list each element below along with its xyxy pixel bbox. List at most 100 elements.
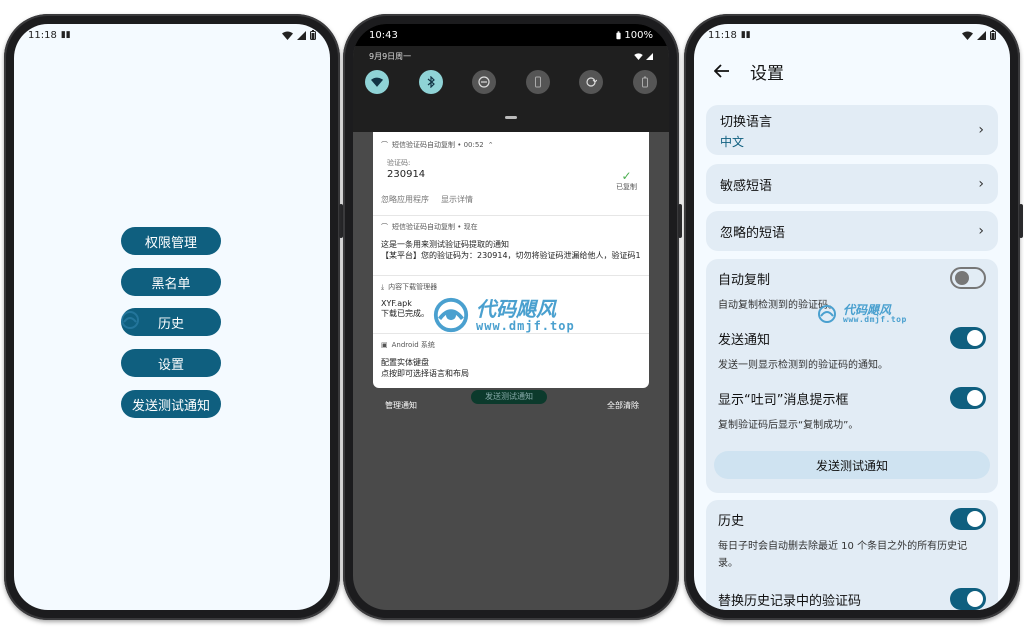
status-bar: 11:18 ▮▮ xyxy=(694,24,1010,46)
status-time: 10:43 xyxy=(369,29,398,41)
keyboard-notification[interactable]: ▣ Android 系统 配置实体键盘 点按即可选择语言和布局 xyxy=(373,340,649,384)
send-notification-desc: 发送一则显示检测到的验证码的通知。 xyxy=(718,360,888,371)
replace-code-row[interactable]: 替换历史记录中的验证码 xyxy=(718,590,986,609)
history-label: 历史 xyxy=(718,514,745,529)
history-desc: 每日子时会自动删去除最近 10 个条目之外的所有历史记录。 xyxy=(718,541,968,569)
ignored-label: 忽略的短语 xyxy=(720,225,786,241)
android-icon: ▣ xyxy=(381,341,388,349)
replace-code-toggle[interactable] xyxy=(950,588,986,610)
auto-copy-desc: 自动复制检测到的验证码。 xyxy=(718,300,838,311)
auto-copy-toggle[interactable] xyxy=(950,267,986,289)
app-bar: 设置 xyxy=(694,54,1010,88)
send-notification-toggle[interactable] xyxy=(950,327,986,349)
code-label: 验证码: xyxy=(387,159,411,167)
wifi-icon xyxy=(634,52,643,60)
auto-rotate-tile[interactable] xyxy=(579,70,604,94)
send-test-button[interactable]: 发送测试通知 xyxy=(121,390,221,418)
battery-icon xyxy=(990,30,996,40)
chevron-right-icon: › xyxy=(978,223,984,239)
wifi-icon xyxy=(962,31,973,40)
notification-title: 这是一条用来测试验证码提取的通知 xyxy=(381,240,509,249)
ignore-app-action[interactable]: 忽略应用程序 xyxy=(381,194,429,205)
notification-app: 短信验证码自动复制 • 00:52 xyxy=(392,141,484,149)
settings-button[interactable]: 设置 xyxy=(121,349,221,377)
otp-notification[interactable]: ⌒ 短信验证码自动复制 • 00:52 ⌃ 验证码: 230914 ✓ 已复制 忽略应… xyxy=(373,140,649,216)
sensitive-label: 敏感短语 xyxy=(720,178,773,194)
wifi-tile[interactable] xyxy=(365,70,389,94)
download-notification[interactable]: ⤓ 内容下载管理器 XYF.apk 下载已完成。 xyxy=(373,282,649,334)
clear-all-link[interactable]: 全部清除 xyxy=(607,400,639,411)
date-row: 9月9日周一 xyxy=(353,46,669,66)
language-setting[interactable]: 切换语言 中文 › xyxy=(706,105,998,155)
dnd-tile[interactable] xyxy=(472,70,497,94)
toast-label: 显示“吐司”消息提示框 xyxy=(718,393,849,408)
shade-handle[interactable] xyxy=(505,116,517,119)
app-sms-icon: ⌒ xyxy=(381,223,388,231)
battery-saver-tile[interactable] xyxy=(632,70,657,94)
wifi-icon xyxy=(371,77,383,87)
status-bar: 10:43 100% xyxy=(353,24,669,46)
volume-button xyxy=(678,204,682,238)
sensitive-phrases-setting[interactable]: 敏感短语 › xyxy=(706,164,998,204)
test-notification[interactable]: ⌒ 短信验证码自动复制 • 现在 这是一条用来测试验证码提取的通知 【某平台】您的… xyxy=(373,222,649,276)
chevron-right-icon: › xyxy=(978,122,984,138)
app-sms-icon: ⌒ xyxy=(381,141,388,149)
show-details-action[interactable]: 显示详情 xyxy=(441,194,473,205)
copy-settings-group: 自动复制 自动复制检测到的验证码。 发送通知 发送一则显示检测到的验证码的通知。… xyxy=(706,259,998,493)
copied-status: ✓ 已复制 xyxy=(616,169,637,191)
download-icon: ⤓ xyxy=(381,282,385,291)
cell-signal-icon xyxy=(297,30,306,40)
notification-body: 点按即可选择语言和布局 xyxy=(381,369,469,378)
blacklist-button[interactable]: 黑名单 xyxy=(121,268,221,296)
history-button[interactable]: 历史 xyxy=(121,308,221,336)
phone-home: 11:18 ▮▮ 权限管理 黑名单 历史 设置 发送测试通知 xyxy=(4,14,343,620)
notification-shade: 10:43 100% 9月9日周一 ⌒ 短信验证码自动复制 • 00:52 ⌃ … xyxy=(353,24,669,610)
toast-desc: 复制验证码后显示“复制成功”。 xyxy=(718,420,859,431)
notification-title: 配置实体键盘 xyxy=(381,358,429,367)
status-time: 11:18 xyxy=(708,29,737,41)
language-value: 中文 xyxy=(720,134,745,149)
status-time: 11:18 xyxy=(28,29,57,41)
manage-notifications-link[interactable]: 管理通知 xyxy=(385,400,417,411)
send-test-notification-button[interactable]: 发送测试通知 xyxy=(714,451,990,479)
notification-list: ⌒ 短信验证码自动复制 • 00:52 ⌃ 验证码: 230914 ✓ 已复制 忽略应… xyxy=(373,132,649,388)
otp-code: 230914 xyxy=(387,169,426,180)
chevron-up-icon[interactable]: ⌃ xyxy=(488,141,494,149)
wifi-icon xyxy=(282,31,293,40)
phone-notifications: 10:43 100% 9月9日周一 ⌒ 短信验证码自动复制 • 00:52 ⌃ … xyxy=(343,14,682,620)
page-title: 设置 xyxy=(750,63,784,84)
battery-saver-icon xyxy=(641,76,648,88)
volume-button xyxy=(1019,204,1023,238)
do-not-disturb-icon xyxy=(478,76,490,88)
flashlight-icon xyxy=(534,76,541,88)
send-notification-row[interactable]: 发送通知 xyxy=(718,329,986,348)
notification-app: 内容下载管理器 xyxy=(388,283,438,291)
flashlight-tile[interactable] xyxy=(525,70,550,94)
rotate-icon xyxy=(586,77,598,87)
history-toggle[interactable] xyxy=(950,508,986,530)
bluetooth-tile[interactable] xyxy=(418,70,443,94)
date-label: 9月9日周一 xyxy=(369,51,412,61)
battery-icon xyxy=(310,30,316,40)
auto-copy-row[interactable]: 自动复制 xyxy=(718,269,986,288)
replace-code-label: 替换历史记录中的验证码 xyxy=(718,594,862,609)
notification-body: 下载已完成。 xyxy=(381,309,429,318)
battery-percent: 100% xyxy=(624,29,653,41)
phone-settings: 11:18 ▮▮ 设置 切换语言 中文 › 敏感短语 › 忽略的短语 › 自动复… xyxy=(684,14,1023,620)
signal-bars-icon: ▮▮ xyxy=(60,30,71,40)
settings-screen: 11:18 ▮▮ 设置 切换语言 中文 › 敏感短语 › 忽略的短语 › 自动复… xyxy=(694,24,1010,610)
cell-signal-icon xyxy=(977,30,986,40)
toast-row[interactable]: 显示“吐司”消息提示框 xyxy=(718,389,986,408)
battery-icon xyxy=(616,30,621,39)
status-bar: 11:18 ▮▮ xyxy=(14,24,330,46)
language-label: 切换语言 xyxy=(720,114,773,130)
toast-toggle[interactable] xyxy=(950,387,986,409)
back-arrow-icon[interactable] xyxy=(714,64,730,78)
permission-button[interactable]: 权限管理 xyxy=(121,227,221,255)
home-screen: 11:18 ▮▮ 权限管理 黑名单 历史 设置 发送测试通知 xyxy=(14,24,330,610)
notification-body: 【某平台】您的验证码为：230914，切勿将验证码泄漏给他人，验证码10分... xyxy=(381,251,641,260)
bluetooth-icon xyxy=(427,76,435,88)
ignored-phrases-setting[interactable]: 忽略的短语 › xyxy=(706,211,998,251)
history-row[interactable]: 历史 xyxy=(718,510,986,529)
send-notification-label: 发送通知 xyxy=(718,333,771,348)
